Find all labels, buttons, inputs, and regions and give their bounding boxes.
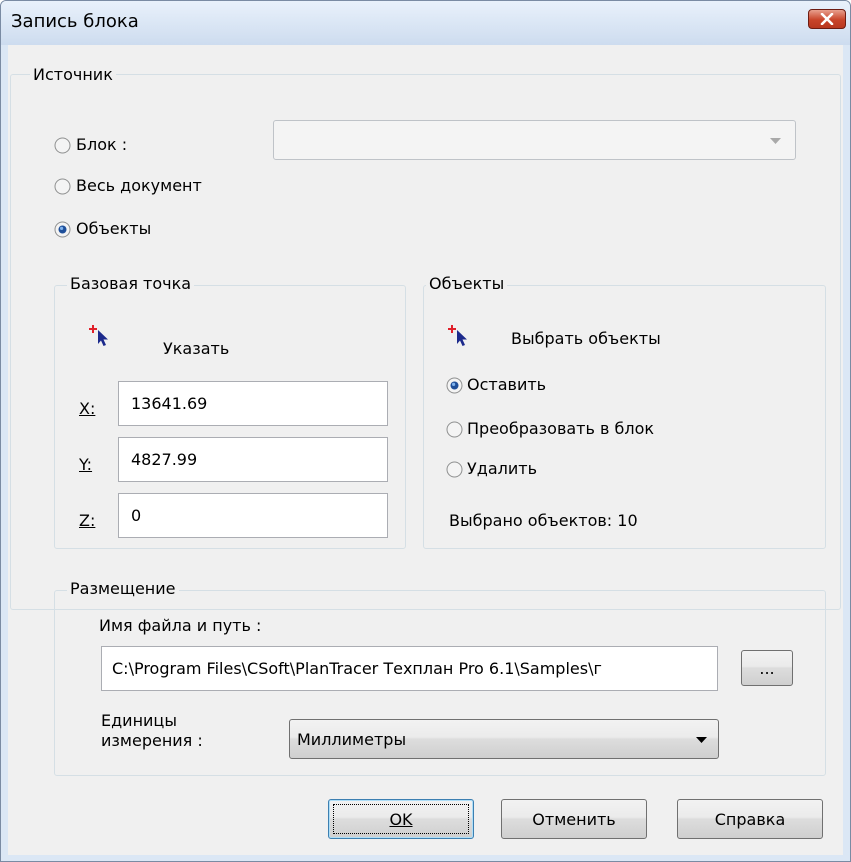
radio-whole-document-label[interactable]: Весь документ: [76, 176, 202, 195]
radio-block[interactable]: [54, 137, 71, 154]
radio-delete[interactable]: [446, 461, 463, 478]
radio-block-label[interactable]: Блок :: [76, 135, 127, 154]
pick-point-icon[interactable]: [88, 324, 112, 348]
dialog-body: Источник Блок : Весь документ Объекты Ба…: [8, 45, 843, 855]
selected-count-label: Выбрано объектов: 10: [449, 511, 638, 530]
radio-convert-to-block-label[interactable]: Преобразовать в блок: [467, 419, 654, 438]
dialog-window: Запись блока Источник Блок : Весь докуме…: [0, 0, 851, 862]
close-icon: [820, 13, 834, 25]
chevron-down-icon: [696, 737, 707, 743]
title-bar[interactable]: Запись блока: [1, 1, 850, 45]
help-button[interactable]: Справка: [677, 799, 823, 839]
browse-button[interactable]: ...: [741, 650, 793, 686]
x-label: X:: [79, 399, 95, 418]
y-label-text: Y:: [79, 455, 93, 474]
ok-button[interactable]: OK: [328, 799, 474, 839]
radio-keep[interactable]: [446, 377, 463, 394]
objects-legend: Объекты: [426, 274, 508, 293]
cancel-button[interactable]: Отменить: [501, 799, 647, 839]
units-label: Единицы измерения :: [101, 711, 203, 750]
path-input[interactable]: C:\Program Files\CSoft\PlanTracer Техпла…: [101, 646, 718, 691]
base-point-legend: Базовая точка: [67, 274, 195, 293]
pick-point-label[interactable]: Указать: [163, 339, 229, 358]
z-label: Z:: [79, 511, 95, 530]
units-combo-value: Миллиметры: [297, 730, 407, 749]
radio-objects[interactable]: [54, 221, 71, 238]
x-input[interactable]: 13641.69: [118, 381, 388, 426]
radio-delete-label[interactable]: Удалить: [467, 459, 537, 478]
close-button[interactable]: [808, 9, 846, 29]
x-label-text: X:: [79, 399, 96, 418]
y-label: Y:: [79, 455, 92, 474]
y-input[interactable]: 4827.99: [118, 437, 388, 482]
radio-convert-to-block[interactable]: [446, 421, 463, 438]
radio-keep-label[interactable]: Оставить: [467, 375, 546, 394]
z-label-text: Z:: [79, 511, 96, 530]
units-combo[interactable]: Миллиметры: [289, 719, 719, 759]
select-objects-label[interactable]: Выбрать объекты: [511, 329, 661, 348]
z-input[interactable]: 0: [118, 493, 388, 538]
block-combo[interactable]: [273, 120, 796, 160]
chevron-down-icon: [770, 138, 781, 144]
radio-objects-label[interactable]: Объекты: [76, 219, 151, 238]
window-title: Запись блока: [11, 11, 139, 32]
placement-legend: Размещение: [67, 579, 179, 598]
ok-button-label: OK: [389, 809, 413, 829]
source-legend: Источник: [30, 65, 116, 84]
radio-whole-document[interactable]: [54, 178, 71, 195]
path-label: Имя файла и путь :: [99, 616, 262, 635]
cancel-button-label: Отменить: [532, 809, 616, 829]
help-button-label: Справка: [714, 809, 786, 829]
objects-group: [423, 285, 826, 549]
select-objects-icon[interactable]: [447, 324, 471, 348]
